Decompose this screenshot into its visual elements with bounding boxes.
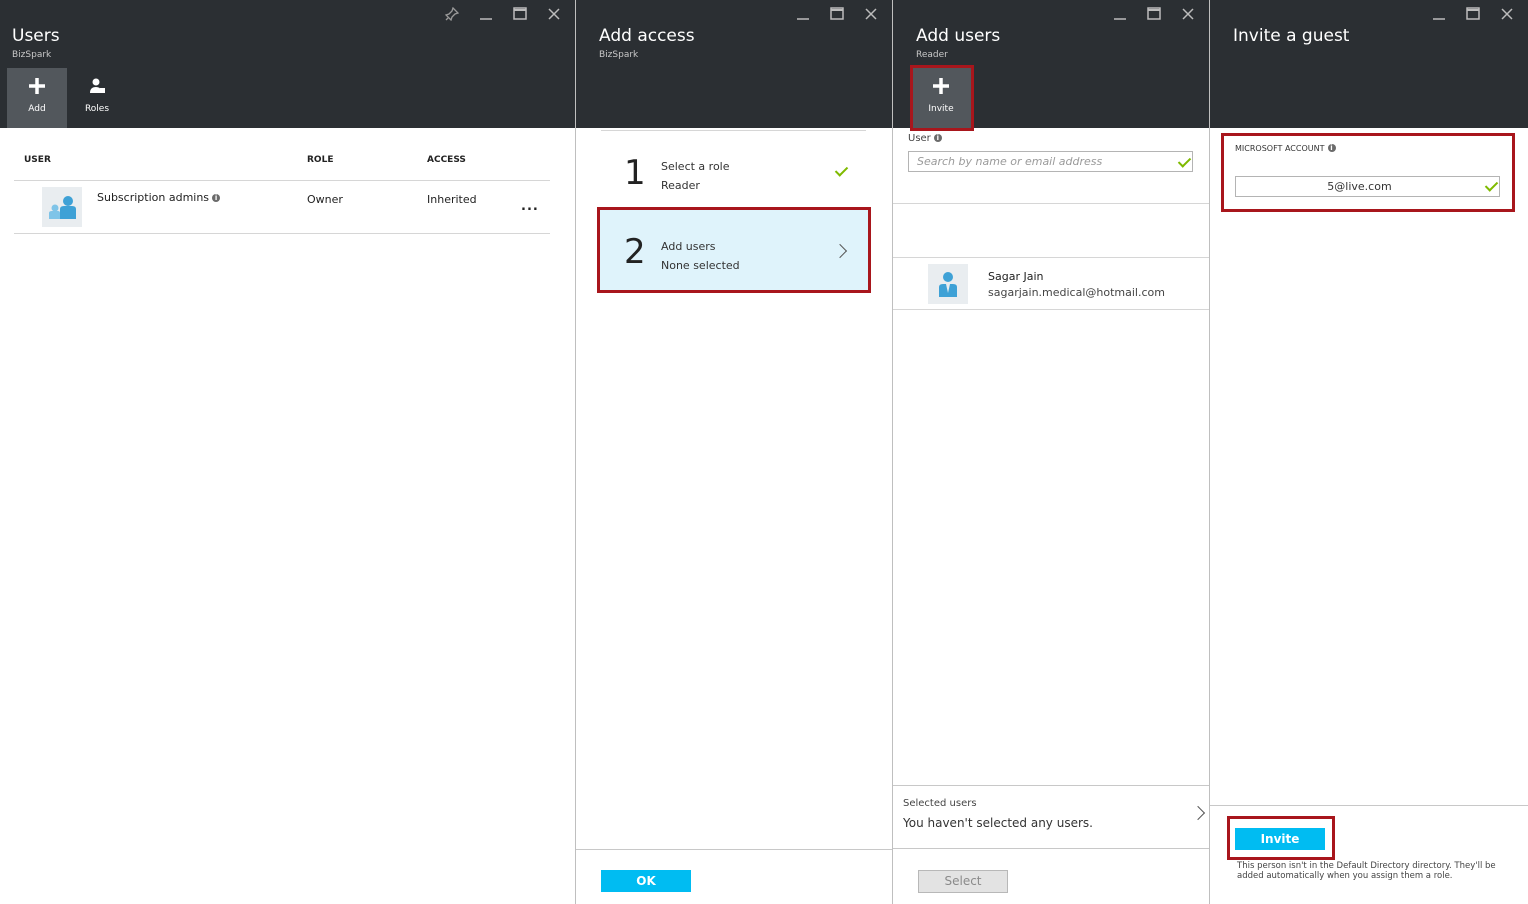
info-icon: i [212,194,221,202]
add-users-blade-header: Add users Reader Invite [893,0,1209,128]
group-avatar [42,187,82,227]
user-field-label: User i [908,133,942,144]
users-blade: Users BizSpark Add Roles USER ROLE ACCES… [0,0,576,904]
add-users-blade-subtitle: Reader [916,50,948,60]
pin-icon[interactable] [439,4,465,24]
more-options-button[interactable]: ... [521,199,539,214]
maximize-icon[interactable] [1460,4,1486,24]
users-blade-header: Users BizSpark Add Roles [0,0,575,128]
users-blade-title: Users [12,26,60,46]
minimize-icon[interactable] [1107,4,1133,24]
close-icon[interactable] [541,4,567,24]
window-controls [790,4,884,24]
add-users-blade-title: Add users [916,26,1001,46]
info-icon: i [933,134,942,142]
add-access-blade-subtitle: BizSpark [599,50,639,60]
checkmark-icon [834,163,849,177]
row-access: Inherited [427,193,477,206]
step-number: 1 [624,153,646,193]
selected-users-label: Selected users [903,798,977,809]
window-controls [1426,4,1520,24]
footer-divider [893,848,1209,849]
user-avatar [928,264,968,304]
column-header-user: USER [24,155,51,165]
roles-button-label: Roles [84,104,110,114]
maximize-icon[interactable] [824,4,850,24]
chevron-right-icon [1190,805,1206,821]
ok-button[interactable]: OK [601,870,691,892]
add-button-label: Add [28,104,46,114]
column-header-access: ACCESS [427,155,466,165]
invite-command-label: Invite [928,104,954,114]
users-blade-subtitle: BizSpark [12,50,52,60]
results-top-divider [893,203,1209,204]
footer-divider [576,849,892,850]
list-item[interactable]: Sagar Jain sagarjain.medical@hotmail.com [893,258,1209,309]
add-access-blade-title: Add access [599,26,695,46]
add-users-blade: Add users Reader Invite User i Search by… [893,0,1210,904]
step-title: Add users [661,240,716,253]
step-select-role[interactable]: 1 Select a role Reader [598,140,868,204]
microsoft-account-label-text: MICROSOFT ACCOUNT [1235,144,1325,153]
step-number: 2 [624,232,646,272]
results-bottom-divider [893,309,1209,310]
invite-button[interactable]: Invite [1235,828,1325,850]
chevron-right-icon [832,243,848,259]
user-icon [939,272,957,297]
row-user-name-text: Subscription admins [97,191,210,204]
minimize-icon[interactable] [473,4,499,24]
info-icon: i [1327,144,1336,152]
selected-users-text: You haven't selected any users. [903,816,1093,830]
invite-guest-blade-title: Invite a guest [1233,26,1350,46]
selected-users-panel[interactable]: Selected users You haven't selected any … [893,786,1209,848]
row-user-name: Subscription admins i [97,191,221,204]
invite-note: This person isn't in the Default Directo… [1237,861,1496,881]
step-list-top-divider [601,130,866,131]
invite-command-button[interactable]: Invite [911,68,971,128]
minimize-icon[interactable] [1426,4,1452,24]
step-value: Reader [661,179,700,192]
roles-button[interactable]: Roles [67,68,127,128]
table-row-divider [14,233,550,234]
plus-icon [911,76,971,102]
maximize-icon[interactable] [1141,4,1167,24]
window-controls [1107,4,1201,24]
minimize-icon[interactable] [790,4,816,24]
window-controls [439,4,567,24]
microsoft-account-label: MICROSOFT ACCOUNT i [1235,144,1336,153]
close-icon[interactable] [1494,4,1520,24]
user-email: sagarjain.medical@hotmail.com [988,286,1165,299]
row-role: Owner [307,193,343,206]
step-title: Select a role [661,160,730,173]
plus-icon [7,76,67,102]
column-header-role: ROLE [307,155,334,165]
select-button[interactable]: Select [918,870,1008,893]
invite-guest-blade: Invite a guest MICROSOFT ACCOUNTi Invite… [1210,0,1528,904]
close-icon[interactable] [858,4,884,24]
user-field-label-text: User [908,133,931,144]
footer-divider [1210,805,1528,806]
group-icon [49,196,76,219]
step-add-users[interactable]: 2 Add users None selected [599,210,868,290]
step-value: None selected [661,259,740,272]
table-row[interactable]: Subscription admins i Owner Inherited ... [14,181,550,233]
maximize-icon[interactable] [507,4,533,24]
add-button[interactable]: Add [7,68,67,128]
invite-guest-blade-header: Invite a guest [1210,0,1528,128]
user-name: Sagar Jain [988,270,1044,283]
add-access-blade-header: Add access BizSpark [576,0,892,128]
roles-icon [67,76,127,102]
close-icon[interactable] [1175,4,1201,24]
search-input[interactable] [908,151,1193,172]
microsoft-account-input[interactable] [1235,176,1500,197]
add-access-blade: Add access BizSpark 1 Select a role Read… [576,0,893,904]
